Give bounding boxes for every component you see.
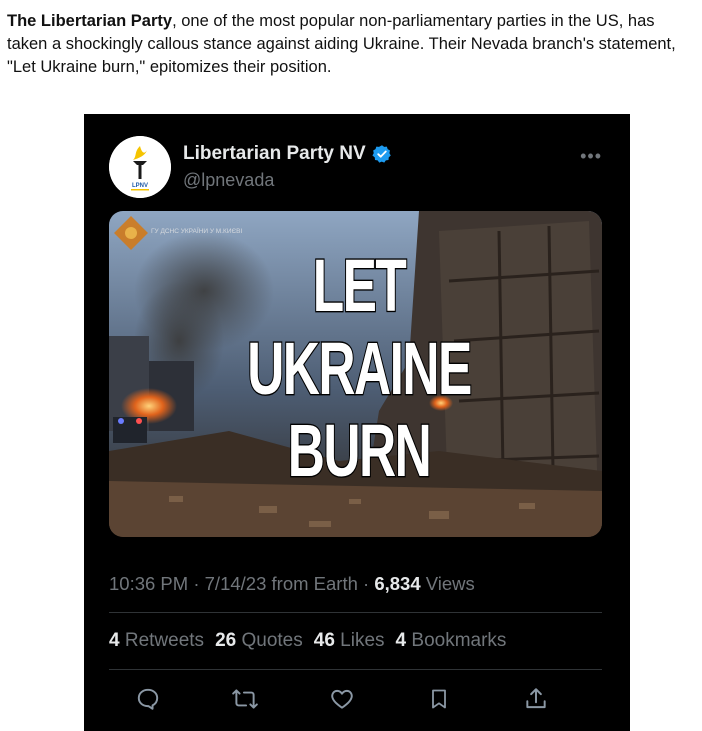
torch-logo-icon: LPNV <box>109 136 171 198</box>
bookmarks-label: Bookmarks <box>411 630 507 651</box>
more-options-icon[interactable]: ••• <box>580 146 602 167</box>
divider <box>109 669 602 670</box>
like-icon[interactable] <box>327 684 357 714</box>
share-icon[interactable] <box>521 684 551 714</box>
intro-paragraph: The Libertarian Party, one of the most p… <box>7 10 697 79</box>
overlay-line-3: BURN <box>288 410 430 492</box>
retweets-label: Retweets <box>124 630 205 651</box>
views-label: Views <box>425 573 475 594</box>
overlay-line-1: LET <box>313 245 407 327</box>
retweets-count: 4 <box>109 630 120 651</box>
embedded-tweet[interactable]: LPNV Libertarian Party NV @lpnevada ••• <box>84 114 630 731</box>
engagement-stats: 4 Retweets 26 Quotes 46 Likes 4 Bookmark… <box>109 630 506 652</box>
bombed-building-photo: ГУ ДСНС УКРАЇНИ У М.КИЄВІ LET UKRAINE BU… <box>109 211 602 537</box>
quotes-label: Quotes <box>241 630 303 651</box>
avatar[interactable]: LPNV <box>109 136 171 198</box>
tweet-image[interactable]: ГУ ДСНС УКРАЇНИ У М.КИЄВІ LET UKRAINE BU… <box>109 211 602 537</box>
reply-icon[interactable] <box>133 684 163 714</box>
quotes-count: 26 <box>215 630 237 651</box>
author-name[interactable]: Libertarian Party NV <box>183 143 392 165</box>
action-bar <box>109 684 602 714</box>
bookmarks-stat[interactable]: 4 Bookmarks <box>396 630 507 652</box>
tweet-meta: 10:36 PM · 7/14/23 from Earth · 6,834 Vi… <box>109 573 475 594</box>
retweet-icon[interactable] <box>230 684 260 714</box>
author-handle[interactable]: @lpnevada <box>183 170 274 191</box>
avatar-text: LPNV <box>132 183 148 189</box>
likes-stat[interactable]: 46 Likes <box>314 630 385 652</box>
likes-label: Likes <box>340 630 385 651</box>
tweet-date[interactable]: 7/14/23 <box>205 573 267 594</box>
likes-count: 46 <box>313 630 335 651</box>
intro-lead-bold: The Libertarian Party <box>7 12 173 30</box>
retweets-stat[interactable]: 4 Retweets <box>109 630 204 652</box>
author-name-text: Libertarian Party NV <box>183 143 366 164</box>
overlay-line-2: UKRAINE <box>247 328 471 410</box>
views-count: 6,834 <box>374 573 421 594</box>
photo-watermark: ГУ ДСНС УКРАЇНИ У М.КИЄВІ <box>151 227 242 235</box>
bookmarks-count: 4 <box>395 630 407 651</box>
quotes-stat[interactable]: 26 Quotes <box>215 630 303 652</box>
bookmark-icon[interactable] <box>424 684 454 714</box>
divider <box>109 612 602 613</box>
tweet-source: from Earth <box>271 573 358 594</box>
tweet-time[interactable]: 10:36 PM <box>109 573 188 594</box>
verified-badge-icon <box>372 145 391 163</box>
